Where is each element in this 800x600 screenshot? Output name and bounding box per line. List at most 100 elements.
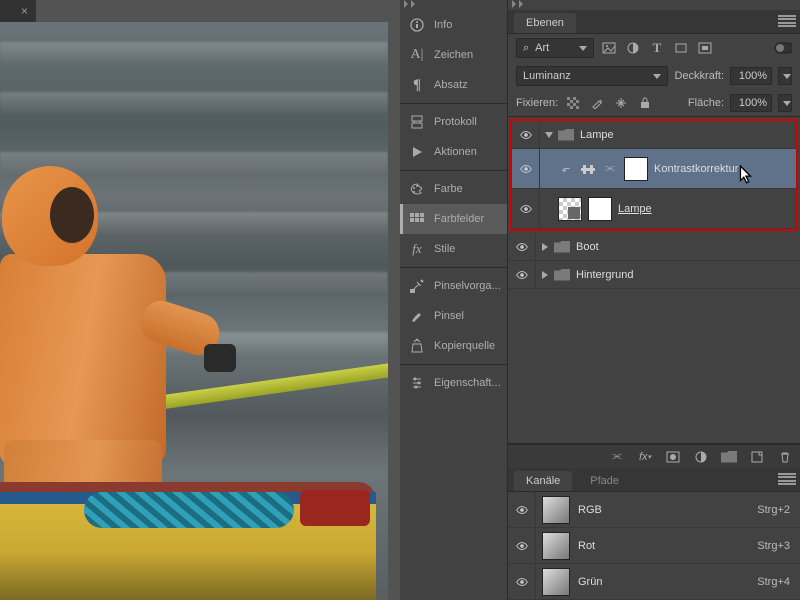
clone-icon <box>408 337 426 355</box>
tool-item-brush[interactable]: Pinsel <box>400 301 507 331</box>
disclosure-triangle-icon[interactable] <box>542 271 548 279</box>
tab-layers[interactable]: Ebenen <box>514 13 576 33</box>
tool-item-label: Eigenschaft... <box>434 377 501 389</box>
folder-icon <box>554 241 570 253</box>
mask-thumbnail <box>588 197 612 221</box>
add-mask-icon[interactable] <box>664 448 682 466</box>
layer-thumbnail <box>558 197 582 221</box>
filter-toggle-icon[interactable] <box>774 39 792 57</box>
disclosure-triangle-icon[interactable] <box>542 243 548 251</box>
layer-group-boot[interactable]: Boot <box>508 233 800 261</box>
brush-icon <box>408 307 426 325</box>
fill-input[interactable]: 100% <box>730 94 772 112</box>
lock-all-icon[interactable] <box>636 94 654 112</box>
tool-item-pal[interactable]: Farbe <box>400 174 507 204</box>
filter-type-icon[interactable]: T <box>648 39 666 57</box>
visibility-toggle[interactable] <box>508 261 536 288</box>
para-icon: ¶ <box>408 76 426 94</box>
visibility-toggle[interactable] <box>512 189 540 228</box>
filter-image-icon[interactable] <box>600 39 618 57</box>
blend-mode-dropdown[interactable]: Luminanz <box>516 66 668 86</box>
mask-thumbnail <box>624 157 648 181</box>
fx-icon: fx <box>408 240 426 258</box>
filter-label: Art <box>535 42 549 54</box>
panel-menu-icon[interactable] <box>778 472 796 486</box>
channel-shortcut: Strg+4 <box>757 576 790 588</box>
panel-menu-icon[interactable] <box>778 14 796 28</box>
tool-item-label: Farbe <box>434 183 463 195</box>
filter-adjust-icon[interactable] <box>624 39 642 57</box>
layer-group-lampe[interactable]: Lampe <box>512 121 796 149</box>
layer-fx-icon[interactable]: fx▾ <box>636 448 654 466</box>
tool-item-label: Pinsel <box>434 310 464 322</box>
char-icon: A| <box>408 46 426 64</box>
lock-position-icon[interactable] <box>612 94 630 112</box>
collapse-icon[interactable] <box>512 0 526 10</box>
chevron-down-icon <box>579 46 587 51</box>
tool-item-label: Farbfelder <box>434 213 484 225</box>
layer-name: Lampe <box>580 129 614 141</box>
tool-item-swatch[interactable]: Farbfelder <box>400 204 507 234</box>
new-layer-icon[interactable] <box>748 448 766 466</box>
tab-paths[interactable]: Pfade <box>578 471 631 491</box>
layer-lampe[interactable]: Lampe <box>512 189 796 229</box>
tool-item-clone[interactable]: Kopierquelle <box>400 331 507 361</box>
visibility-toggle[interactable] <box>508 233 536 260</box>
tab-channels[interactable]: Kanäle <box>514 471 572 491</box>
pal-icon <box>408 180 426 198</box>
channel-thumbnail <box>542 532 570 560</box>
new-adjust-icon[interactable] <box>692 448 710 466</box>
tool-item-label: Protokoll <box>434 116 477 128</box>
tool-item-info[interactable]: Info <box>400 10 507 40</box>
filter-shape-icon[interactable] <box>672 39 690 57</box>
swatch-icon <box>408 210 426 228</box>
new-group-icon[interactable] <box>720 448 738 466</box>
document-tab-close[interactable]: × <box>0 0 36 22</box>
visibility-toggle[interactable] <box>508 492 536 527</box>
document-image <box>0 22 388 600</box>
layer-group-hintergrund[interactable]: Hintergrund <box>508 261 800 289</box>
tool-item-hist[interactable]: Protokoll <box>400 107 507 137</box>
visibility-toggle[interactable] <box>512 121 540 148</box>
tool-item-char[interactable]: A|Zeichen <box>400 40 507 70</box>
fill-label: Fläche: <box>688 97 724 109</box>
fill-stepper[interactable] <box>778 94 792 112</box>
visibility-toggle[interactable] <box>512 149 540 188</box>
tool-item-label: Kopierquelle <box>434 340 495 352</box>
collapse-icon[interactable] <box>404 0 418 10</box>
tool-item-label: Info <box>434 19 452 31</box>
layers-bottom-bar: ⫘ fx▾ <box>508 444 800 468</box>
delete-layer-icon[interactable] <box>776 448 794 466</box>
link-layers-icon[interactable]: ⫘ <box>608 448 626 466</box>
tool-item-play[interactable]: Aktionen <box>400 137 507 167</box>
layers-list: Lampe⬐⫘KontrastkorrekturLampeBootHinterg… <box>508 116 800 444</box>
tool-item-label: Stile <box>434 243 455 255</box>
tool-item-brushp[interactable]: Pinselvorga... <box>400 271 507 301</box>
brushp-icon <box>408 277 426 295</box>
document-canvas[interactable]: × <box>0 0 400 600</box>
lock-paint-icon[interactable] <box>588 94 606 112</box>
layer-filter-dropdown[interactable]: ⌕ Art <box>516 38 594 58</box>
opacity-input[interactable]: 100% <box>730 67 772 85</box>
layer-name: Kontrastkorrektur <box>654 163 738 175</box>
chevron-down-icon <box>653 74 661 79</box>
tool-item-fx[interactable]: fx Stile <box>400 234 507 264</box>
tool-item-para[interactable]: ¶Absatz <box>400 70 507 100</box>
disclosure-triangle-icon[interactable] <box>545 132 553 138</box>
opacity-stepper[interactable] <box>778 67 792 85</box>
clip-icon: ⬐ <box>558 161 574 177</box>
visibility-toggle[interactable] <box>508 528 536 563</box>
tool-item-prop[interactable]: Eigenschaft... <box>400 368 507 398</box>
channel-rot[interactable]: RotStrg+3 <box>508 528 800 564</box>
adjust-icon <box>580 161 596 177</box>
layer-name: Boot <box>576 241 599 253</box>
layer-kontrastkorrektur[interactable]: ⬐⫘Kontrastkorrektur <box>512 149 796 189</box>
channel-rgb[interactable]: RGBStrg+2 <box>508 492 800 528</box>
layers-tabbar: Ebenen <box>508 10 800 34</box>
info-icon <box>408 16 426 34</box>
filter-smart-icon[interactable] <box>696 39 714 57</box>
visibility-toggle[interactable] <box>508 564 536 599</box>
channel-grün[interactable]: GrünStrg+4 <box>508 564 800 600</box>
lock-transparency-icon[interactable] <box>564 94 582 112</box>
search-icon: ⌕ <box>523 42 529 55</box>
